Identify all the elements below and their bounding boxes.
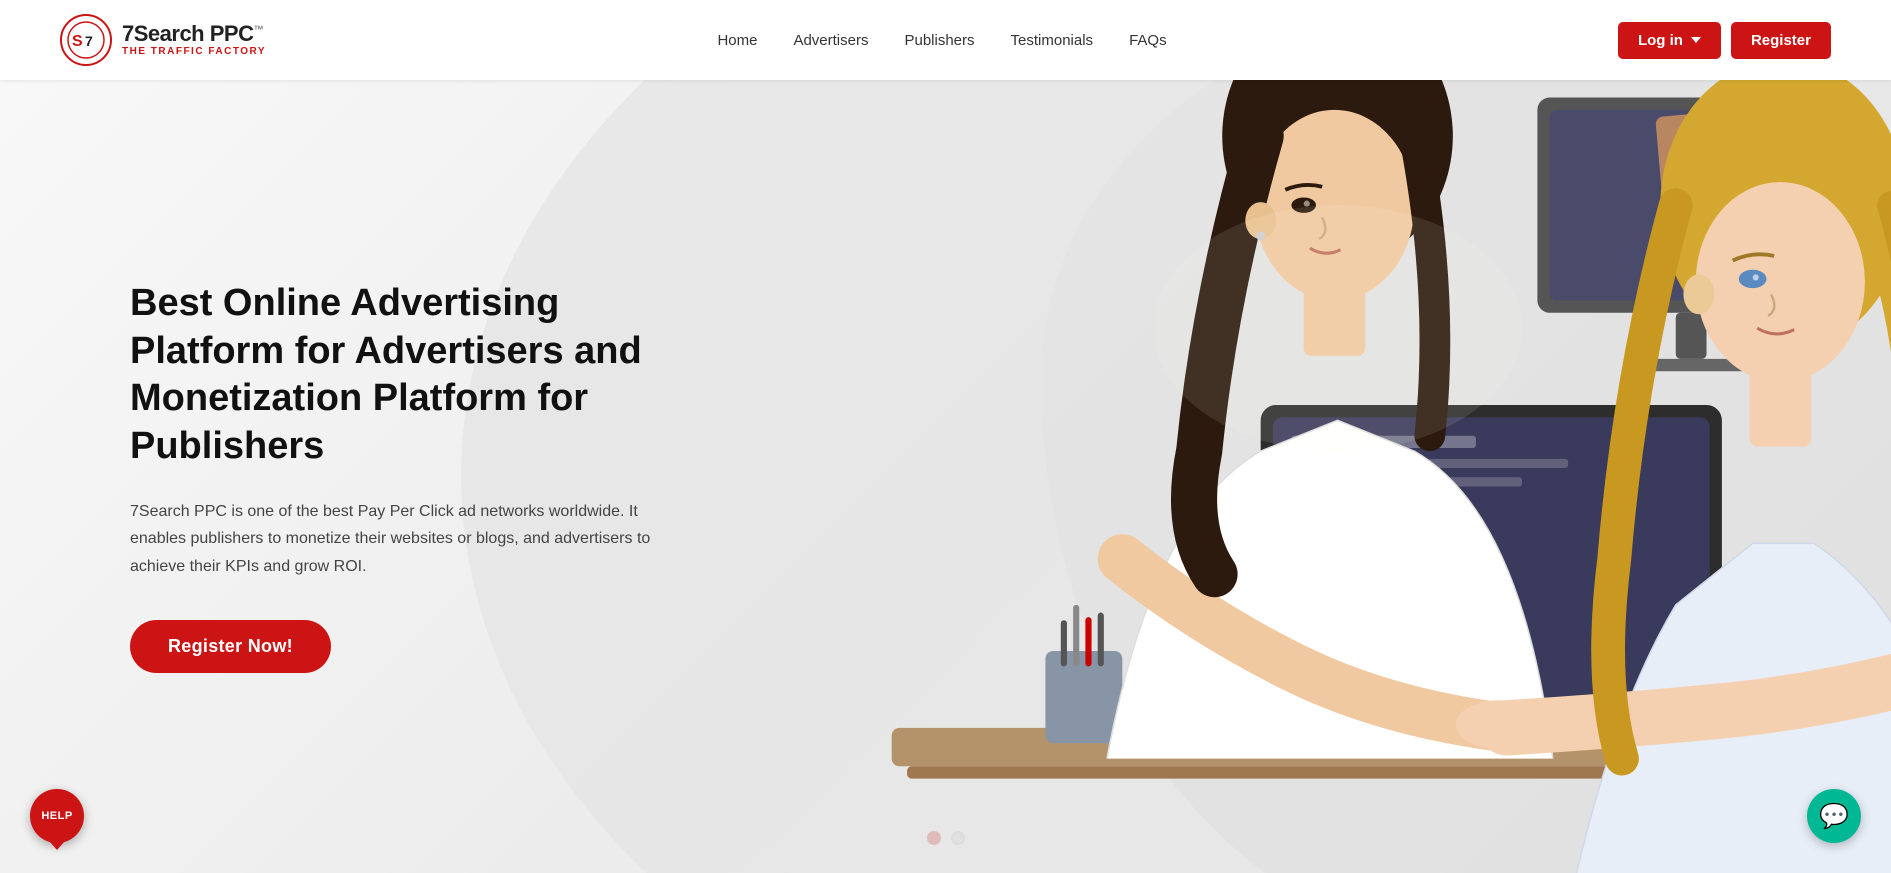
logo-icon: S 7 [60,14,112,66]
nav-faqs[interactable]: FAQs [1129,32,1167,49]
brand-tagline: THE TRAFFIC FACTORY [122,47,266,57]
hero-section: Best Online Advertising Platform for Adv… [0,80,1891,873]
brand-name: 7Search PPC™ [122,23,266,45]
dropdown-caret-icon [1691,37,1701,43]
site-header: S 7 7Search PPC™ THE TRAFFIC FACTORY Hom… [0,0,1891,80]
register-now-button[interactable]: Register Now! [130,620,331,673]
hero-description: 7Search PPC is one of the best Pay Per C… [130,498,670,580]
logo-link[interactable]: S 7 7Search PPC™ THE TRAFFIC FACTORY [60,14,266,66]
nav-testimonials[interactable]: Testimonials [1011,32,1094,49]
login-button[interactable]: Log in [1618,22,1721,59]
hero-title: Best Online Advertising Platform for Adv… [130,280,680,470]
register-button[interactable]: Register [1731,22,1831,59]
hero-content: Best Online Advertising Platform for Adv… [0,280,680,673]
chat-button[interactable]: 💬 [1807,789,1861,843]
nav-publishers[interactable]: Publishers [904,32,974,49]
nav-home[interactable]: Home [717,32,757,49]
nav-advertisers[interactable]: Advertisers [793,32,868,49]
logo-text: 7Search PPC™ THE TRAFFIC FACTORY [122,23,266,57]
main-nav: Home Advertisers Publishers Testimonials… [717,32,1166,49]
nav-buttons: Log in Register [1618,22,1831,59]
chat-icon: 💬 [1819,802,1849,831]
svg-text:S: S [72,33,83,50]
help-button[interactable]: HELP [30,789,84,843]
svg-text:7: 7 [85,33,93,49]
